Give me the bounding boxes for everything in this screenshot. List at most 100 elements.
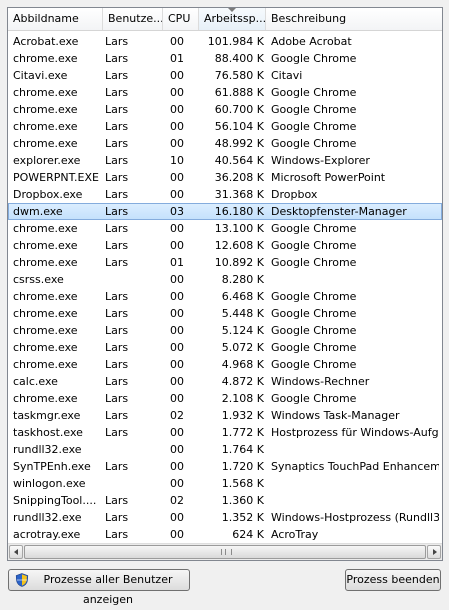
- cell-description: Microsoft PowerPoint: [271, 171, 386, 184]
- cell-user: Lars: [105, 171, 129, 184]
- cell-cpu: 01: [170, 52, 184, 65]
- cell-memory: 16.180 K: [214, 205, 264, 218]
- table-row[interactable]: explorer.exe Lars 10 40.564 K Windows-Explor…: [8, 152, 442, 169]
- cell-image-name: explorer.exe: [13, 154, 81, 167]
- table-row[interactable]: Dropbox.exe Lars 00 31.368 K Dropbox: [8, 186, 442, 203]
- table-row[interactable]: csrss.exe 00 8.280 K: [8, 271, 442, 288]
- cell-cpu: 00: [170, 239, 184, 252]
- cell-image-name: chrome.exe: [13, 392, 78, 405]
- table-row[interactable]: SnippingTool.... Lars 02 1.360 K: [8, 492, 442, 509]
- cell-cpu: 00: [170, 273, 184, 286]
- cell-user: Lars: [105, 460, 129, 473]
- cell-image-name: rundll32.exe: [13, 511, 82, 524]
- column-header-memory[interactable]: Arbeitssp...: [199, 8, 266, 30]
- cell-cpu: 00: [170, 290, 184, 303]
- table-row[interactable]: chrome.exe Lars 00 48.992 K Google Chrome: [8, 135, 442, 152]
- cell-description: Windows-Hostprozess (Rundll32): [271, 511, 439, 524]
- cell-image-name: acrotray.exe: [13, 528, 81, 541]
- cell-description: Windows Task-Manager: [271, 409, 400, 422]
- cell-cpu: 02: [170, 409, 184, 422]
- cell-memory: 2.108 K: [221, 392, 264, 405]
- cell-cpu: 00: [170, 324, 184, 337]
- table-row[interactable]: Citavi.exe Lars 00 76.580 K Citavi: [8, 67, 442, 84]
- cell-cpu: 00: [170, 392, 184, 405]
- cell-memory: 12.608 K: [214, 239, 264, 252]
- table-row[interactable]: SynTPEnh.exe Lars 00 1.720 K Synaptics Touch…: [8, 458, 442, 475]
- cell-user: [105, 441, 163, 458]
- cell-user: Lars: [105, 290, 129, 303]
- cell-user: [105, 271, 163, 288]
- column-header-image-name[interactable]: Abbildname: [8, 8, 103, 30]
- cell-image-name: taskmgr.exe: [13, 409, 81, 422]
- table-row[interactable]: chrome.exe Lars 00 5.124 K Google Chrome: [8, 322, 442, 339]
- table-row[interactable]: winlogon.exe 00 1.568 K: [8, 475, 442, 492]
- table-row[interactable]: chrome.exe Lars 00 6.468 K Google Chrome: [8, 288, 442, 305]
- cell-user: Lars: [105, 375, 129, 388]
- cell-memory: 40.564 K: [214, 154, 264, 167]
- cell-description: [271, 492, 439, 509]
- cell-user: Lars: [105, 307, 129, 320]
- cell-image-name: Dropbox.exe: [13, 188, 83, 201]
- cell-image-name: chrome.exe: [13, 307, 78, 320]
- cell-image-name: POWERPNT.EXE: [13, 171, 99, 184]
- cell-memory: 5.448 K: [221, 307, 264, 320]
- table-row[interactable]: chrome.exe Lars 01 88.400 K Google Chrome: [8, 50, 442, 67]
- cell-user: Lars: [105, 239, 129, 252]
- table-row[interactable]: acrotray.exe Lars 00 624 K AcroTray: [8, 526, 442, 543]
- cell-memory: 1.360 K: [221, 494, 264, 507]
- cell-memory: 1.772 K: [221, 426, 264, 439]
- table-row[interactable]: chrome.exe Lars 01 10.892 K Google Chrome: [8, 254, 442, 271]
- table-row[interactable]: chrome.exe Lars 00 60.700 K Google Chrome: [8, 101, 442, 118]
- cell-user: Lars: [105, 341, 129, 354]
- cell-memory: 1.764 K: [221, 443, 264, 456]
- cell-cpu: 00: [170, 188, 184, 201]
- table-row[interactable]: taskhost.exe Lars 00 1.772 K Hostprozess für…: [8, 424, 442, 441]
- table-row[interactable]: chrome.exe Lars 00 2.108 K Google Chrome: [8, 390, 442, 407]
- table-row[interactable]: Acrobat.exe Lars 00 101.984 K Adobe Acrobat: [8, 33, 442, 50]
- arrow-left-icon: [14, 549, 18, 555]
- table-row[interactable]: rundll32.exe Lars 00 1.352 K Windows-Hostpro…: [8, 509, 442, 526]
- scroll-right-button[interactable]: [427, 545, 441, 559]
- cell-memory: 48.992 K: [214, 137, 264, 150]
- cell-description: Google Chrome: [271, 239, 357, 252]
- cell-cpu: 00: [170, 477, 184, 490]
- cell-image-name: chrome.exe: [13, 52, 78, 65]
- cell-user: Lars: [105, 222, 129, 235]
- cell-image-name: chrome.exe: [13, 239, 78, 252]
- cell-memory: 5.072 K: [221, 341, 264, 354]
- column-header-user[interactable]: Benutze...: [103, 8, 163, 30]
- cell-image-name: chrome.exe: [13, 103, 78, 116]
- table-row[interactable]: rundll32.exe 00 1.764 K: [8, 441, 442, 458]
- column-header-cpu[interactable]: CPU: [163, 8, 199, 30]
- cell-user: Lars: [105, 358, 129, 371]
- horizontal-scrollbar[interactable]: [8, 543, 442, 560]
- cell-description: [271, 475, 439, 492]
- scroll-thumb[interactable]: [24, 545, 426, 559]
- process-list[interactable]: Abbildname Benutze... CPU Arbeitssp... B…: [7, 7, 443, 561]
- table-row[interactable]: chrome.exe Lars 00 5.448 K Google Chrome: [8, 305, 442, 322]
- table-row[interactable]: calc.exe Lars 00 4.872 K Windows-Rechner: [8, 373, 442, 390]
- table-row[interactable]: chrome.exe Lars 00 4.968 K Google Chrome: [8, 356, 442, 373]
- table-row[interactable]: chrome.exe Lars 00 12.608 K Google Chrome: [8, 237, 442, 254]
- cell-description: Google Chrome: [271, 222, 357, 235]
- table-row[interactable]: chrome.exe Lars 00 5.072 K Google Chrome: [8, 339, 442, 356]
- column-header-description[interactable]: Beschreibung: [266, 8, 442, 30]
- table-row[interactable]: taskmgr.exe Lars 02 1.932 K Windows Task-Man…: [8, 407, 442, 424]
- table-row[interactable]: chrome.exe Lars 00 13.100 K Google Chrome: [8, 220, 442, 237]
- cell-description: Google Chrome: [271, 358, 357, 371]
- table-row[interactable]: dwm.exe Lars 03 16.180 K Desktopfenster-Mana…: [8, 203, 442, 220]
- grip-icon: [221, 549, 232, 555]
- table-row[interactable]: chrome.exe Lars 00 61.888 K Google Chrome: [8, 84, 442, 101]
- cell-memory: 76.580 K: [214, 69, 264, 82]
- cell-cpu: 00: [170, 103, 184, 116]
- cell-description: Google Chrome: [271, 324, 357, 337]
- cell-description: Google Chrome: [271, 307, 357, 320]
- table-row[interactable]: chrome.exe Lars 00 56.104 K Google Chrome: [8, 118, 442, 135]
- cell-user: Lars: [105, 188, 129, 201]
- cell-memory: 88.400 K: [214, 52, 264, 65]
- show-all-users-button[interactable]: Prozesse aller Benutzer anzeigen: [8, 569, 190, 606]
- table-row[interactable]: POWERPNT.EXE Lars 00 36.208 K Microsoft Powe…: [8, 169, 442, 186]
- scroll-left-button[interactable]: [9, 545, 23, 559]
- end-process-button[interactable]: Prozess beenden: [345, 569, 441, 591]
- cell-memory: 56.104 K: [214, 120, 264, 133]
